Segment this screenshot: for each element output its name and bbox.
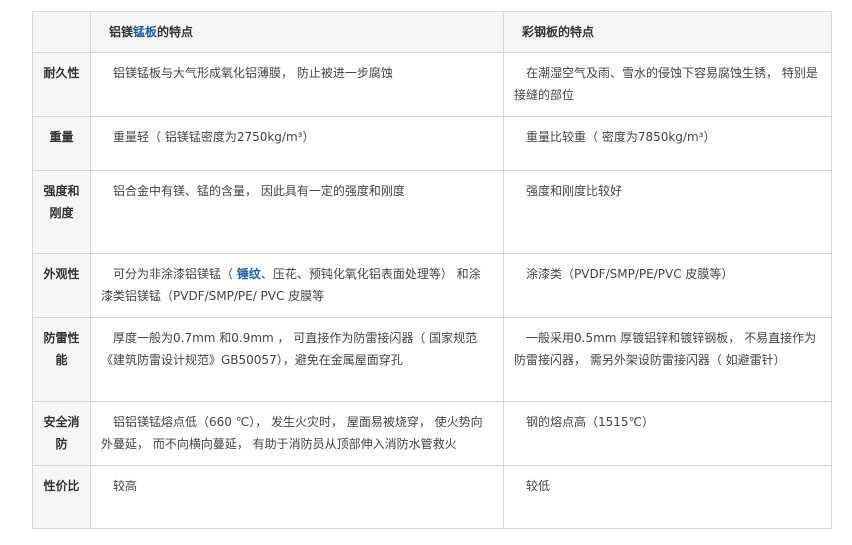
- header-al-keyword-link[interactable]: 锰板: [133, 25, 157, 39]
- al-appearance-keyword-link[interactable]: 锤纹: [237, 267, 261, 281]
- al-appearance-text: 可分为非涂漆铝镁锰（ 锤纹、压花、预钝化氧化铝表面处理等） 和涂漆类铝镁锰（PV…: [91, 254, 503, 307]
- row-label-durability: 耐久性: [43, 66, 80, 80]
- al-cell: 重量轻（ 铝镁锰密度为2750kg/m³）: [90, 116, 504, 171]
- al-appearance-before: 可分为非涂漆铝镁锰（: [113, 267, 237, 281]
- steel-cell: 在潮湿空气及雨、雪水的侵蚀下容易腐蚀生锈， 特别是接缝的部位: [503, 52, 832, 117]
- header-corner-cell: [32, 11, 91, 53]
- steel-cell: 强度和刚度比较好: [503, 170, 832, 254]
- al-durability-text: 铝镁锰板与大气形成氧化铝薄膜， 防止被进一步腐蚀: [113, 66, 393, 80]
- steel-lightning-text: 一般采用0.5mm 厚镀铝锌和镀锌钢板， 不易直接作为防雷接闪器， 需另外架设防…: [514, 331, 817, 367]
- row-label-cell: 性价比: [32, 465, 91, 529]
- steel-cell: 重量比较重（ 密度为7850kg/m³）: [503, 116, 832, 171]
- header-steel-cell: 彩钢板的特点: [503, 11, 832, 53]
- header-row: 铝镁锰板的特点 彩钢板的特点: [32, 11, 832, 53]
- row-label-cell: 耐久性: [32, 52, 91, 117]
- row-label-strength: 强度和刚度: [43, 184, 80, 220]
- steel-cell: 一般采用0.5mm 厚镀铝锌和镀锌钢板， 不易直接作为防雷接闪器， 需另外架设防…: [503, 317, 832, 402]
- table-row: 防雷性能 厚度一般为0.7mm 和0.9mm ， 可直接作为防雷接闪器（ 国家规…: [32, 317, 832, 402]
- header-al-cell: 铝镁锰板的特点: [90, 11, 504, 53]
- row-label-cell: 安全消防: [32, 401, 91, 466]
- table-row: 重量 重量轻（ 铝镁锰密度为2750kg/m³） 重量比较重（ 密度为7850k…: [32, 116, 832, 171]
- row-label-value: 性价比: [43, 479, 80, 493]
- al-cell: 较高: [90, 465, 504, 529]
- al-cell: 铝铝镁锰熔点低（660 ℃）， 发生火灾时， 屋面易被烧穿， 使火势向外蔓延， …: [90, 401, 504, 466]
- header-steel-title: 彩钢板的特点: [522, 25, 595, 39]
- al-strength-text: 铝合金中有镁、锰的含量， 因此具有一定的强度和刚度: [113, 184, 405, 198]
- table-row: 强度和刚度 铝合金中有镁、锰的含量， 因此具有一定的强度和刚度 强度和刚度比较好: [32, 170, 832, 254]
- steel-value-text: 较低: [526, 479, 551, 493]
- al-weight-text: 重量轻（ 铝镁锰密度为2750kg/m³）: [113, 130, 315, 144]
- header-al-suffix: 的特点: [157, 25, 194, 39]
- steel-strength-text: 强度和刚度比较好: [526, 184, 623, 198]
- row-label-appearance: 外观性: [43, 267, 80, 281]
- steel-cell: 涂漆类（PVDF/SMP/PE/PVC 皮膜等）: [503, 253, 832, 318]
- row-label-cell: 外观性: [32, 253, 91, 318]
- table-row: 耐久性 铝镁锰板与大气形成氧化铝薄膜， 防止被进一步腐蚀 在潮湿空气及雨、雪水的…: [32, 52, 832, 117]
- row-label-cell: 重量: [32, 116, 91, 171]
- steel-appearance-text: 涂漆类（PVDF/SMP/PE/PVC 皮膜等）: [526, 267, 734, 281]
- al-lightning-text: 厚度一般为0.7mm 和0.9mm ， 可直接作为防雷接闪器（ 国家规范《建筑防…: [101, 331, 478, 367]
- al-fire-safety-text: 铝铝镁锰熔点低（660 ℃）， 发生火灾时， 屋面易被烧穿， 使火势向外蔓延， …: [101, 415, 483, 451]
- header-al-title: 铝镁锰板的特点: [91, 12, 503, 52]
- row-label-cell: 强度和刚度: [32, 170, 91, 254]
- table-row: 外观性 可分为非涂漆铝镁锰（ 锤纹、压花、预钝化氧化铝表面处理等） 和涂漆类铝镁…: [32, 253, 832, 318]
- steel-cell: 较低: [503, 465, 832, 529]
- al-cell: 铝镁锰板与大气形成氧化铝薄膜， 防止被进一步腐蚀: [90, 52, 504, 117]
- al-cell: 铝合金中有镁、锰的含量， 因此具有一定的强度和刚度: [90, 170, 504, 254]
- al-cell: 可分为非涂漆铝镁锰（ 锤纹、压花、预钝化氧化铝表面处理等） 和涂漆类铝镁锰（PV…: [90, 253, 504, 318]
- steel-weight-text: 重量比较重（ 密度为7850kg/m³）: [526, 130, 716, 144]
- comparison-table: 铝镁锰板的特点 彩钢板的特点 耐久性 铝镁锰板与大气形成氧化铝薄膜， 防止被进一…: [32, 11, 832, 529]
- row-label-cell: 防雷性能: [32, 317, 91, 402]
- al-cell: 厚度一般为0.7mm 和0.9mm ， 可直接作为防雷接闪器（ 国家规范《建筑防…: [90, 317, 504, 402]
- header-al-prefix: 铝镁: [109, 25, 134, 39]
- al-value-text: 较高: [113, 479, 138, 493]
- steel-cell: 钢的熔点高（1515℃）: [503, 401, 832, 466]
- steel-fire-safety-text: 钢的熔点高（1515℃）: [526, 415, 655, 429]
- row-label-weight: 重量: [49, 130, 74, 144]
- table-row: 安全消防 铝铝镁锰熔点低（660 ℃）， 发生火灾时， 屋面易被烧穿， 使火势向…: [32, 401, 832, 466]
- row-label-lightning: 防雷性能: [43, 331, 80, 367]
- steel-durability-text: 在潮湿空气及雨、雪水的侵蚀下容易腐蚀生锈， 特别是接缝的部位: [514, 66, 818, 102]
- row-label-fire-safety: 安全消防: [43, 415, 80, 451]
- table-row: 性价比 较高 较低: [32, 465, 832, 529]
